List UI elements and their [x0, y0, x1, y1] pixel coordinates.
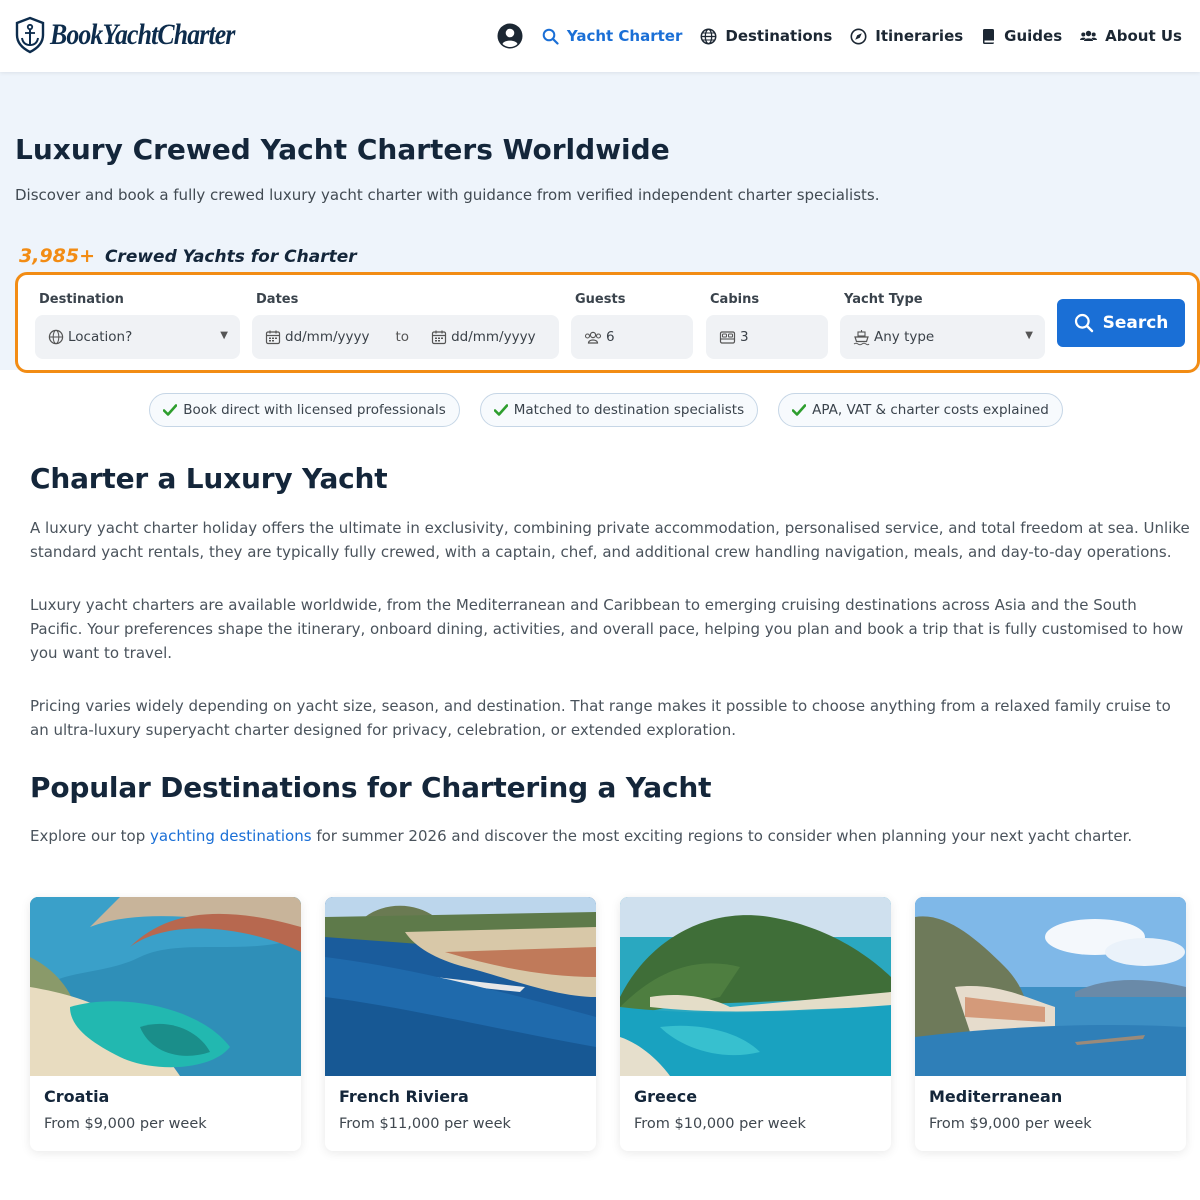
yachting-destinations-link[interactable]: yachting destinations [150, 827, 312, 845]
site-header: BookYachtCharter Yacht Charter Destinati… [0, 0, 1200, 72]
search-button[interactable]: Search [1057, 299, 1185, 347]
brand-logo[interactable]: BookYachtCharter [14, 16, 265, 54]
end-date-input[interactable]: dd/mm/yyyy [451, 329, 536, 345]
calendar-icon [265, 330, 281, 345]
nav-guides[interactable]: Guides [981, 27, 1062, 45]
nav-label: About Us [1105, 27, 1182, 45]
trust-badge: Matched to destination specialists [479, 393, 759, 427]
bed-icon [719, 330, 736, 344]
search-button-label: Search [1102, 313, 1169, 333]
chevron-down-icon: ▼ [220, 330, 228, 341]
destination-label: Destination [39, 292, 124, 307]
trust-badge: APA, VAT & charter costs explained [778, 393, 1063, 427]
check-icon [163, 404, 178, 416]
intro-text: for summer 2026 and discover the most ex… [311, 827, 1133, 845]
section-heading-destinations: Popular Destinations for Chartering a Ya… [30, 771, 712, 804]
globe-icon [700, 28, 717, 44]
globe-icon [48, 329, 64, 345]
croatia-photo [30, 897, 301, 1076]
nav-label: Guides [1004, 27, 1063, 45]
destination-name: French Riviera [339, 1087, 469, 1106]
destination-price: From $9,000 per week [44, 1116, 207, 1132]
search-icon [1074, 313, 1093, 333]
check-icon [792, 404, 807, 416]
cabins-value: 3 [740, 329, 749, 345]
cabins-input[interactable]: 3 [706, 315, 828, 359]
users-icon [584, 331, 602, 344]
yacht-search-form: Destination Location? ▼ Dates dd/mm/yyyy… [15, 272, 1200, 373]
date-to-label: to [395, 329, 410, 345]
yacht-type-select[interactable]: Any type ▼ [840, 315, 1045, 359]
destination-name: Mediterranean [929, 1087, 1063, 1106]
destination-price: From $11,000 per week [339, 1116, 511, 1132]
trust-badge: Book direct with licensed professionals [149, 393, 460, 427]
paragraph: Luxury yacht charters are available worl… [30, 596, 1184, 662]
hero-title: Luxury Crewed Yacht Charters Worldwide [15, 133, 670, 166]
destination-price: From $9,000 per week [929, 1116, 1092, 1132]
users-icon [1080, 30, 1098, 41]
destination-card-greece[interactable]: Greece From $10,000 per week [620, 897, 891, 1151]
nav-itineraries[interactable]: Itineraries [850, 27, 963, 45]
yacht-count: 3,985+ [19, 245, 96, 267]
paragraph: A luxury yacht charter holiday offers th… [30, 519, 1190, 561]
nav-destinations[interactable]: Destinations [700, 27, 832, 45]
book-icon [983, 28, 995, 44]
compass-icon [850, 28, 867, 44]
destinations-intro: Explore our top yachting destinations fo… [30, 824, 1190, 848]
nav-label: Itineraries [875, 27, 964, 45]
start-date-input[interactable]: dd/mm/yyyy [285, 329, 370, 345]
yacht-type-value: Any type [874, 329, 935, 345]
trust-badge-label: Book direct with licensed professionals [183, 402, 446, 418]
destination-select[interactable]: Location? ▼ [35, 315, 240, 359]
cabins-label: Cabins [710, 292, 760, 307]
paragraph: Pricing varies widely depending on yacht… [30, 697, 1171, 739]
date-range-field: dd/mm/yyyy to dd/mm/yyyy [252, 315, 559, 359]
brand-name: BookYachtCharter [50, 18, 235, 51]
trust-badge-label: Matched to destination specialists [513, 402, 745, 418]
hero-subtitle: Discover and book a fully crewed luxury … [15, 186, 880, 204]
yacht-count-label: Crewed Yachts for Charter [104, 247, 357, 267]
search-icon [542, 28, 559, 45]
yacht-type-label: Yacht Type [844, 292, 923, 307]
yacht-count-line: 3,985+ Crewed Yachts for Charter [19, 245, 357, 267]
nav-yacht-charter[interactable]: Yacht Charter [542, 27, 683, 45]
destination-value: Location? [68, 329, 133, 345]
trust-badges: Book direct with licensed professionals … [0, 393, 1200, 427]
destination-price: From $10,000 per week [634, 1116, 806, 1132]
mediterranean-photo [915, 897, 1186, 1076]
trust-badge-label: APA, VAT & charter costs explained [812, 402, 1049, 418]
anchor-shield-icon [15, 16, 45, 54]
main-nav: Yacht Charter Destinations Itineraries G… [496, 22, 1182, 50]
destination-card-french-riviera[interactable]: French Riviera From $11,000 per week [325, 897, 596, 1151]
guests-value: 6 [606, 329, 615, 345]
greece-photo [620, 897, 891, 1076]
account-icon[interactable] [496, 22, 524, 50]
guests-label: Guests [575, 292, 626, 307]
destination-name: Croatia [44, 1087, 110, 1106]
dates-label: Dates [256, 292, 299, 307]
calendar-icon [431, 330, 447, 345]
guests-input[interactable]: 6 [571, 315, 693, 359]
destination-name: Greece [634, 1087, 698, 1106]
destination-card-croatia[interactable]: Croatia From $9,000 per week [30, 897, 301, 1151]
destination-card-mediterranean[interactable]: Mediterranean From $9,000 per week [915, 897, 1186, 1151]
french-riviera-photo [325, 897, 596, 1076]
section-heading-charter: Charter a Luxury Yacht [30, 462, 388, 495]
intro-text: Explore our top [30, 827, 151, 845]
ship-icon [853, 329, 870, 345]
chevron-down-icon: ▼ [1025, 330, 1033, 341]
check-icon [493, 404, 508, 416]
nav-label: Yacht Charter [566, 27, 683, 45]
nav-label: Destinations [725, 27, 833, 45]
nav-about-us[interactable]: About Us [1080, 27, 1182, 45]
